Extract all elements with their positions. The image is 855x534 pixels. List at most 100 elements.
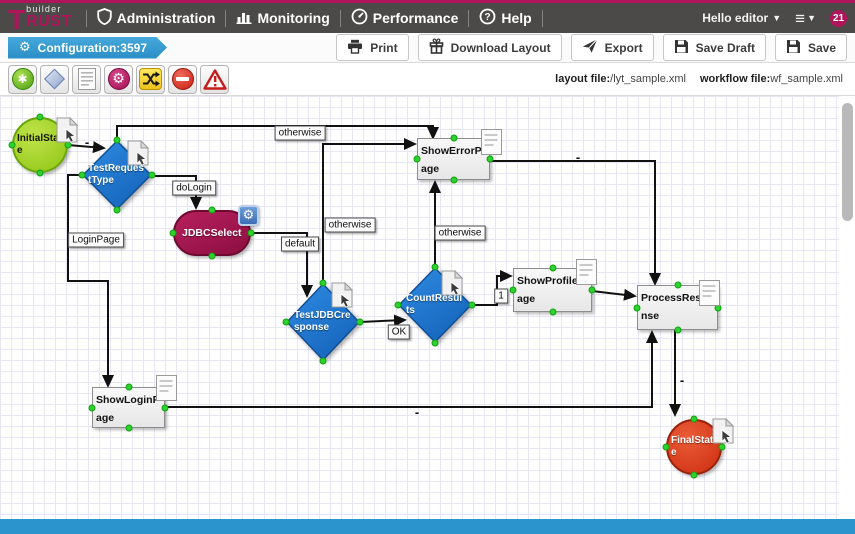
anchor-dot[interactable] bbox=[209, 253, 216, 260]
edge-label[interactable]: otherwise bbox=[435, 226, 486, 241]
save-draft-button[interactable]: Save Draft bbox=[663, 34, 766, 61]
anchor-dot[interactable] bbox=[674, 327, 681, 334]
transition-tool[interactable] bbox=[136, 65, 165, 94]
anchor-dot[interactable] bbox=[114, 137, 121, 144]
decision-tool[interactable] bbox=[40, 65, 69, 94]
gear-badge-icon[interactable]: ⚙ bbox=[238, 205, 259, 226]
download-layout-button[interactable]: Download Layout bbox=[418, 34, 562, 61]
anchor-dot[interactable] bbox=[395, 302, 402, 309]
edge-label[interactable]: LoginPage bbox=[68, 233, 124, 248]
anchor-dot[interactable] bbox=[510, 287, 517, 294]
nav-administration[interactable]: Administration bbox=[87, 8, 226, 28]
node-label: ShowErrorPage bbox=[421, 145, 482, 175]
nav-help[interactable]: ? Help bbox=[469, 8, 541, 28]
save-button[interactable]: Save bbox=[775, 34, 847, 61]
node-ShowLoginPage[interactable]: ShowLoginPage bbox=[92, 387, 165, 428]
document-pointer-icon[interactable] bbox=[441, 270, 465, 299]
document-icon[interactable] bbox=[156, 375, 177, 401]
anchor-dot[interactable] bbox=[37, 114, 44, 121]
asterisk-circle-icon: ✱ bbox=[12, 68, 34, 90]
nav-label: Performance bbox=[373, 10, 459, 26]
hamburger-menu-button[interactable]: ≡▼ bbox=[795, 10, 816, 27]
stop-icon bbox=[172, 68, 194, 90]
anchor-dot[interactable] bbox=[674, 282, 681, 289]
bar-chart-icon bbox=[236, 9, 252, 27]
document-icon[interactable] bbox=[481, 129, 502, 155]
document-pointer-icon[interactable] bbox=[127, 140, 151, 169]
edge-label[interactable]: doLogin bbox=[172, 181, 216, 196]
canvas-scrollbar[interactable] bbox=[841, 98, 854, 516]
anchor-dot[interactable] bbox=[691, 416, 698, 423]
anchor-dot[interactable] bbox=[125, 384, 132, 391]
anchor-dot[interactable] bbox=[125, 425, 132, 432]
anchor-dot[interactable] bbox=[320, 358, 327, 365]
workflow-edge[interactable] bbox=[592, 291, 634, 296]
anchor-dot[interactable] bbox=[89, 404, 96, 411]
action-buttons: Print Download Layout Export Save Draft … bbox=[336, 34, 847, 61]
workflow-edge[interactable] bbox=[165, 333, 652, 407]
edge-label[interactable]: otherwise bbox=[275, 126, 326, 141]
workflow-edge[interactable] bbox=[323, 144, 414, 283]
workflow-canvas[interactable]: - otherwise doLogin LoginPage default otherwi… bbox=[0, 96, 855, 519]
nav-monitoring[interactable]: Monitoring bbox=[226, 9, 339, 27]
anchor-dot[interactable] bbox=[320, 280, 327, 287]
scrollbar-thumb[interactable] bbox=[842, 103, 853, 221]
final-state-tool[interactable] bbox=[168, 65, 197, 94]
anchor-dot[interactable] bbox=[414, 156, 421, 163]
warning-tool[interactable] bbox=[200, 65, 229, 94]
anchor-dot[interactable] bbox=[37, 170, 44, 177]
nav-performance[interactable]: Performance bbox=[341, 8, 469, 28]
edge-label[interactable]: - bbox=[576, 150, 580, 165]
anchor-dot[interactable] bbox=[549, 309, 556, 316]
anchor-dot[interactable] bbox=[691, 472, 698, 479]
anchor-dot[interactable] bbox=[450, 135, 457, 142]
anchor-dot[interactable] bbox=[589, 287, 596, 294]
document-icon[interactable] bbox=[699, 280, 720, 306]
anchor-dot[interactable] bbox=[432, 340, 439, 347]
app-window: T builder RUST Administration Monitoring… bbox=[0, 0, 855, 534]
anchor-dot[interactable] bbox=[469, 302, 476, 309]
anchor-dot[interactable] bbox=[162, 404, 169, 411]
anchor-dot[interactable] bbox=[487, 156, 494, 163]
document-icon[interactable] bbox=[576, 259, 597, 285]
hamburger-icon: ≡ bbox=[795, 10, 805, 27]
initial-state-tool[interactable]: ✱ bbox=[8, 65, 37, 94]
workflow-file-value: wf_sample.xml bbox=[770, 73, 843, 85]
save-icon bbox=[786, 39, 801, 57]
action-tool[interactable]: ⚙ bbox=[104, 65, 133, 94]
anchor-dot[interactable] bbox=[170, 230, 177, 237]
edge-label[interactable]: otherwise bbox=[325, 218, 376, 233]
export-button[interactable]: Export bbox=[571, 34, 654, 61]
edge-label[interactable]: - bbox=[415, 405, 419, 420]
print-button[interactable]: Print bbox=[336, 34, 408, 61]
anchor-dot[interactable] bbox=[9, 142, 16, 149]
node-ShowErrorPage[interactable]: ShowErrorPage bbox=[417, 138, 490, 180]
anchor-dot[interactable] bbox=[663, 444, 670, 451]
anchor-dot[interactable] bbox=[79, 172, 86, 179]
document-pointer-icon[interactable] bbox=[56, 117, 80, 146]
node-label: FinalState bbox=[671, 435, 717, 459]
trust-builder-logo[interactable]: T builder RUST bbox=[8, 5, 72, 30]
anchor-dot[interactable] bbox=[634, 304, 641, 311]
edge-label[interactable]: default bbox=[281, 237, 319, 252]
node-label: TestJDBCresponse bbox=[294, 310, 352, 334]
anchor-dot[interactable] bbox=[432, 264, 439, 271]
anchor-dot[interactable] bbox=[283, 319, 290, 326]
user-menu[interactable]: Hello editor ▼ bbox=[702, 11, 781, 25]
anchor-dot[interactable] bbox=[357, 319, 364, 326]
anchor-dot[interactable] bbox=[549, 265, 556, 272]
edge-label[interactable]: 1 bbox=[494, 289, 508, 304]
workflow-edge[interactable] bbox=[490, 161, 655, 283]
edge-label[interactable]: - bbox=[680, 373, 684, 388]
document-pointer-icon[interactable] bbox=[712, 418, 736, 447]
document-pointer-icon[interactable] bbox=[331, 282, 355, 311]
page-tool[interactable] bbox=[72, 65, 101, 94]
anchor-dot[interactable] bbox=[114, 207, 121, 214]
user-greeting: Hello editor bbox=[702, 11, 768, 25]
notification-badge[interactable]: 21 bbox=[830, 10, 847, 27]
anchor-dot[interactable] bbox=[209, 207, 216, 214]
anchor-dot[interactable] bbox=[450, 177, 457, 184]
anchor-dot[interactable] bbox=[149, 172, 156, 179]
anchor-dot[interactable] bbox=[248, 230, 255, 237]
configuration-breadcrumb[interactable]: ⚙ Configuration:3597 bbox=[8, 37, 167, 59]
